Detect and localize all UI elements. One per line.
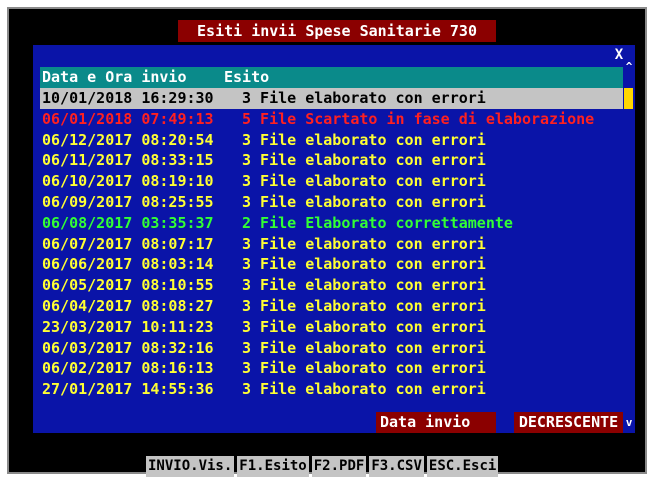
row-esito: 3 File elaborato con errori [242,359,486,378]
function-key-bar: INVIO.Vis. F1.Esito F2.PDF F3.CSV ESC.Esci [146,456,499,477]
row-esito: 3 File elaborato con errori [242,130,486,149]
row-datetime: 06/02/2017 08:16:13 [42,359,214,378]
row-datetime: 06/08/2017 03:35:37 [42,213,214,232]
row-esito: 3 File elaborato con errori [242,380,486,399]
row-datetime: 10/01/2018 16:29:30 [42,89,214,107]
row-datetime: 06/10/2017 08:19:10 [42,172,214,191]
table-row[interactable]: 06/09/2017 08:25:55 3 File elaborato con … [40,192,623,213]
table-row[interactable]: 23/03/2017 10:11:23 3 File elaborato con … [40,317,623,338]
table-row[interactable]: 06/06/2017 08:03:14 3 File elaborato con … [40,254,623,275]
row-datetime: 06/12/2017 08:20:54 [42,130,214,149]
table-row[interactable]: 06/05/2017 08:10:55 3 File elaborato con … [40,275,623,296]
table-row[interactable]: 06/08/2017 03:35:37 2 File Elaborato corr… [40,213,623,234]
row-esito: 3 File elaborato con errori [242,296,486,315]
table-row[interactable]: 06/01/2018 07:49:13 5 File Scartato in fa… [40,109,623,130]
function-key-f1-esito[interactable]: F1.Esito [237,456,309,477]
table-row[interactable]: 06/02/2017 08:16:13 3 File elaborato con … [40,358,623,379]
row-datetime: 06/07/2017 08:07:17 [42,234,214,253]
column-header-esito[interactable]: Esito [224,67,269,88]
table-row[interactable]: 27/01/2017 14:55:36 3 File elaborato con … [40,379,623,400]
sort-direction[interactable]: DECRESCENTE [514,412,623,433]
row-datetime: 06/04/2017 08:08:27 [42,296,214,315]
row-esito: 3 File elaborato con errori [242,276,486,295]
window-title: Esiti invii Spese Sanitarie 730 [178,20,496,42]
scroll-up-icon[interactable]: ^ [623,60,635,74]
row-esito: 3 File elaborato con errori [242,317,486,336]
row-esito: 3 File elaborato con errori [242,255,486,274]
row-datetime: 06/06/2017 08:03:14 [42,255,214,274]
table-row[interactable]: 06/04/2017 08:08:27 3 File elaborato con … [40,296,623,317]
function-key-f2-pdf[interactable]: F2.PDF [311,456,367,477]
function-key-f3-csv[interactable]: F3.CSV [369,456,424,477]
scrollbar-track[interactable] [623,67,635,417]
row-esito: 3 File elaborato con errori [242,234,486,253]
column-header-date[interactable]: Data e Ora invio [42,67,187,88]
sort-field[interactable]: Data invio [376,412,496,433]
table-row[interactable]: 06/12/2017 08:20:54 3 File elaborato con … [40,130,623,151]
row-esito: 3 File elaborato con errori [242,192,486,211]
results-list: 10/01/2018 16:29:30 3 File elaborato con … [40,88,623,400]
scrollbar-thumb[interactable] [624,88,633,109]
row-datetime: 06/09/2017 08:25:55 [42,192,214,211]
row-datetime: 06/03/2017 08:32:16 [42,338,214,357]
function-key-esc-esci[interactable]: ESC.Esci [426,456,499,477]
function-key-invio-vis[interactable]: INVIO.Vis. [146,456,235,477]
table-row[interactable]: 06/10/2017 08:19:10 3 File elaborato con … [40,171,623,192]
row-datetime: 27/01/2017 14:55:36 [42,380,214,399]
table-row[interactable]: 06/11/2017 08:33:15 3 File elaborato con … [40,150,623,171]
row-esito: 2 File Elaborato correttamente [242,213,513,232]
table-row[interactable]: 06/07/2017 08:07:17 3 File elaborato con … [40,234,623,255]
table-header: Data e Ora invio Esito [40,67,623,88]
row-datetime: 06/05/2017 08:10:55 [42,276,214,295]
row-esito: 3 File elaborato con errori [242,172,486,191]
row-datetime: 06/01/2018 07:49:13 [42,109,214,128]
screen-frame: Esiti invii Spese Sanitarie 730 X Data e… [0,0,657,482]
row-esito: 5 File Scartato in fase di elaborazione [242,109,595,128]
row-esito: 3 File elaborato con errori [242,338,486,357]
table-row[interactable]: 10/01/2018 16:29:30 3 File elaborato con … [40,88,623,109]
scroll-down-icon[interactable]: v [623,416,635,430]
table-row[interactable]: 06/03/2017 08:32:16 3 File elaborato con … [40,338,623,359]
row-datetime: 23/03/2017 10:11:23 [42,317,214,336]
row-esito: 3 File elaborato con errori [242,151,486,170]
row-esito: 3 File elaborato con errori [242,89,486,107]
row-datetime: 06/11/2017 08:33:15 [42,151,214,170]
